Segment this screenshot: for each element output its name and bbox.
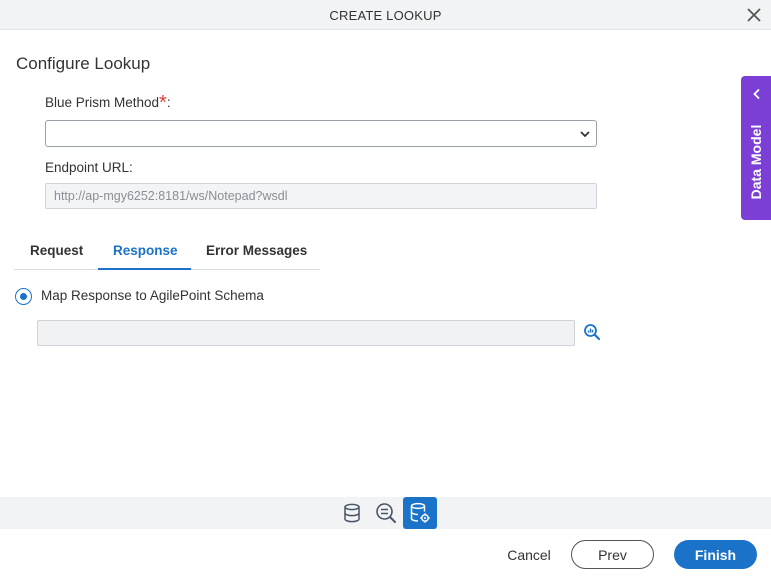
cancel-button[interactable]: Cancel [499, 540, 559, 569]
tab-bar: Request Response Error Messages [14, 235, 320, 270]
chevron-down-icon [580, 131, 590, 138]
method-label-row: Blue Prism Method*: [45, 93, 171, 113]
data-model-label: Data Model [748, 124, 764, 200]
close-icon[interactable] [745, 6, 763, 24]
search-query-icon [376, 503, 396, 523]
dialog-title: CREATE LOOKUP [329, 8, 442, 23]
bottom-icon-toolbar [0, 497, 771, 529]
query-button[interactable] [371, 499, 401, 527]
endpoint-label: Endpoint URL: [45, 160, 133, 175]
database-button[interactable] [337, 499, 367, 527]
page-title: Configure Lookup [16, 54, 151, 73]
chevron-left-icon [753, 88, 760, 100]
prev-button[interactable]: Prev [571, 540, 654, 569]
map-response-radio[interactable] [15, 288, 32, 305]
database-icon [344, 503, 360, 523]
data-model-panel-tab[interactable]: Data Model [741, 76, 771, 220]
blue-prism-method-select[interactable] [45, 120, 597, 147]
map-response-label: Map Response to AgilePoint Schema [41, 288, 264, 303]
active-tab-indicator [98, 268, 191, 270]
method-label-colon: : [166, 95, 171, 110]
method-label: Blue Prism Method [45, 95, 160, 110]
tab-request[interactable]: Request [30, 243, 83, 258]
database-settings-button[interactable] [403, 497, 437, 529]
dialog-titlebar: CREATE LOOKUP [0, 0, 771, 30]
schema-field [37, 320, 575, 346]
finish-button[interactable]: Finish [674, 540, 757, 569]
schema-search-icon[interactable] [583, 323, 601, 341]
tab-response[interactable]: Response [113, 243, 178, 258]
tab-error-messages[interactable]: Error Messages [206, 243, 307, 258]
database-settings-icon [410, 502, 430, 523]
required-indicator: * [159, 92, 167, 114]
endpoint-url-field: http://ap-mgy6252:8181/ws/Notepad?wsdl [45, 183, 597, 209]
